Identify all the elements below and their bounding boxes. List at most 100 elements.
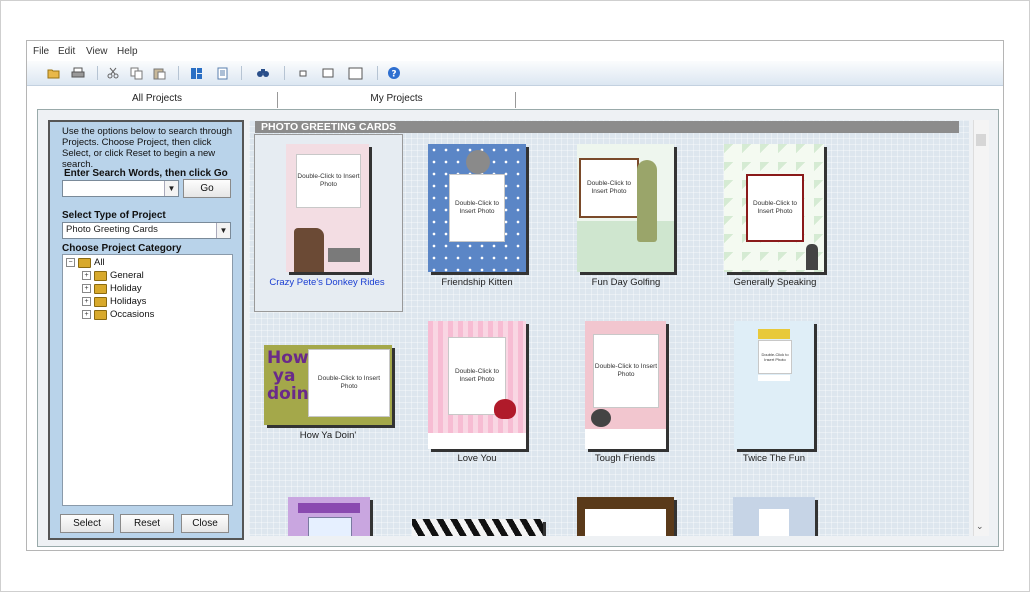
tab-all-projects[interactable]: All Projects bbox=[37, 90, 277, 108]
house-illustration bbox=[308, 517, 352, 536]
menu-bar: File Edit View Help bbox=[27, 41, 1003, 63]
message-strip bbox=[585, 429, 666, 449]
tree-item-holiday[interactable]: + Holiday bbox=[82, 283, 142, 294]
chevron-down-icon[interactable]: ▼ bbox=[216, 223, 230, 238]
photo-placeholder-frame bbox=[759, 509, 789, 536]
card-thumbnail[interactable] bbox=[577, 497, 674, 536]
card-caption[interactable]: Twice The Fun bbox=[699, 453, 849, 464]
folder-icon bbox=[94, 270, 107, 281]
folder-icon bbox=[94, 283, 107, 294]
search-input[interactable]: ▼ bbox=[62, 180, 179, 197]
card-thumbnail[interactable] bbox=[412, 519, 543, 536]
page-icon[interactable] bbox=[214, 65, 230, 81]
project-tabs: All Projects My Projects bbox=[37, 90, 997, 110]
card-thumbnail[interactable]: Double-Click to Insert Photo bbox=[577, 144, 674, 272]
go-button[interactable]: Go bbox=[183, 179, 231, 198]
help-icon[interactable]: ? bbox=[386, 65, 402, 81]
category-tree: − All + General + Holiday + Holidays + Occasi… bbox=[62, 254, 233, 506]
card-thumbnail[interactable]: Double-Click to Insert Photo bbox=[585, 321, 666, 449]
tree-item-general[interactable]: + General bbox=[82, 270, 144, 281]
card-caption[interactable]: Love You bbox=[402, 453, 552, 464]
scroll-down-icon[interactable]: ⌄ bbox=[976, 521, 984, 532]
size-medium-icon[interactable] bbox=[320, 65, 336, 81]
project-type-value: Photo Greeting Cards bbox=[66, 224, 158, 235]
menu-view[interactable]: View bbox=[86, 46, 108, 57]
expand-icon[interactable]: + bbox=[82, 297, 91, 306]
tab-my-projects[interactable]: My Projects bbox=[278, 90, 515, 108]
size-large-icon[interactable] bbox=[347, 65, 363, 81]
card-thumbnail[interactable]: Double-Click to Insert Photo bbox=[734, 321, 814, 449]
expand-icon[interactable]: + bbox=[82, 284, 91, 293]
search-sidebar: Use the options below to search through … bbox=[48, 120, 244, 540]
card-caption[interactable]: Friendship Kitten bbox=[402, 277, 552, 288]
svg-text:?: ? bbox=[391, 70, 396, 80]
menu-edit[interactable]: Edit bbox=[58, 46, 75, 57]
copy-icon[interactable] bbox=[128, 65, 144, 81]
photo-placeholder: Double-Click to Insert Photo bbox=[308, 349, 390, 417]
open-icon[interactable] bbox=[46, 65, 62, 81]
card-caption[interactable]: Generally Speaking bbox=[700, 277, 850, 288]
card-caption[interactable]: How Ya Doin' bbox=[253, 430, 403, 441]
photo-placeholder-frame bbox=[585, 509, 666, 536]
tree-item-all[interactable]: − All bbox=[66, 257, 105, 268]
reset-button[interactable]: Reset bbox=[120, 514, 174, 533]
heart-illustration bbox=[494, 399, 516, 419]
photo-placeholder: Double-Click to Insert Photo bbox=[579, 158, 639, 218]
project-type-label: Select Type of Project bbox=[62, 210, 166, 221]
close-button[interactable]: Close bbox=[181, 514, 229, 533]
message-strip bbox=[758, 375, 790, 381]
card-caption[interactable]: Fun Day Golfing bbox=[551, 277, 701, 288]
figure-illustration bbox=[806, 244, 818, 270]
donkey-illustration bbox=[294, 228, 324, 272]
expand-icon[interactable]: + bbox=[82, 310, 91, 319]
find-icon[interactable] bbox=[255, 65, 271, 81]
tree-item-occasions[interactable]: + Occasions bbox=[82, 309, 154, 320]
folder-icon bbox=[94, 296, 107, 307]
photo-placeholder: Double-Click to Insert Photo bbox=[758, 340, 792, 374]
folder-icon bbox=[78, 257, 91, 268]
card-caption[interactable]: Tough Friends bbox=[550, 453, 700, 464]
toolbar: ? bbox=[27, 61, 1003, 86]
menu-help[interactable]: Help bbox=[117, 46, 138, 57]
layout-icon[interactable] bbox=[188, 65, 204, 81]
cut-icon[interactable] bbox=[105, 65, 121, 81]
card-caption[interactable]: Crazy Pete's Donkey Rides bbox=[252, 277, 402, 288]
collapse-icon[interactable]: − bbox=[66, 258, 75, 267]
menu-file[interactable]: File bbox=[33, 46, 49, 57]
photo-placeholder: Double-Click to Insert Photo bbox=[746, 174, 804, 242]
search-label: Enter Search Words, then click Go bbox=[64, 168, 228, 179]
card-thumbnail[interactable]: How ya doin!! Double-Click to Insert Phot… bbox=[264, 345, 392, 425]
folder-icon bbox=[94, 309, 107, 320]
card-thumbnail[interactable]: Double-Click to Insert Photo bbox=[428, 144, 526, 272]
sign-illustration bbox=[328, 248, 360, 262]
photo-placeholder: Double-Click to Insert Photo bbox=[449, 174, 505, 242]
photo-placeholder: Double-Click to Insert Photo bbox=[296, 154, 361, 208]
tree-item-holidays[interactable]: + Holidays bbox=[82, 296, 146, 307]
section-header: PHOTO GREETING CARDS bbox=[255, 121, 959, 133]
size-small-icon[interactable] bbox=[295, 65, 311, 81]
photo-placeholder: Double-Click to Insert Photo bbox=[593, 334, 659, 408]
message-strip bbox=[428, 433, 526, 449]
app-window: File Edit View Help ? All Projects My Pr… bbox=[26, 40, 1004, 551]
chevron-down-icon[interactable]: ▼ bbox=[164, 181, 178, 196]
select-button[interactable]: Select bbox=[60, 514, 114, 533]
project-type-select[interactable]: Photo Greeting Cards ▼ bbox=[62, 222, 231, 239]
card-thumbnail[interactable] bbox=[733, 497, 815, 536]
scroll-thumb[interactable] bbox=[976, 134, 986, 146]
golfer-illustration bbox=[637, 160, 657, 242]
card-thumbnail[interactable]: Double-Click to Insert Photo bbox=[428, 321, 526, 449]
vertical-scrollbar[interactable]: ⌄ bbox=[973, 120, 989, 536]
card-thumbnail[interactable]: Double-Click to Insert Photo bbox=[724, 144, 824, 272]
print-icon[interactable] bbox=[70, 65, 86, 81]
kitten-illustration bbox=[466, 150, 490, 174]
banner-illustration bbox=[298, 503, 360, 513]
instructions-text: Use the options below to search through … bbox=[62, 126, 233, 170]
dog-illustration bbox=[591, 409, 611, 427]
project-gallery: PHOTO GREETING CARDS Double-Click to Ins… bbox=[249, 120, 969, 536]
paste-icon[interactable] bbox=[151, 65, 167, 81]
category-label: Choose Project Category bbox=[62, 243, 182, 254]
card-thumbnail[interactable]: Double-Click to Insert Photo bbox=[286, 144, 369, 272]
main-panel: Use the options below to search through … bbox=[37, 109, 999, 547]
expand-icon[interactable]: + bbox=[82, 271, 91, 280]
card-thumbnail[interactable] bbox=[288, 497, 370, 536]
